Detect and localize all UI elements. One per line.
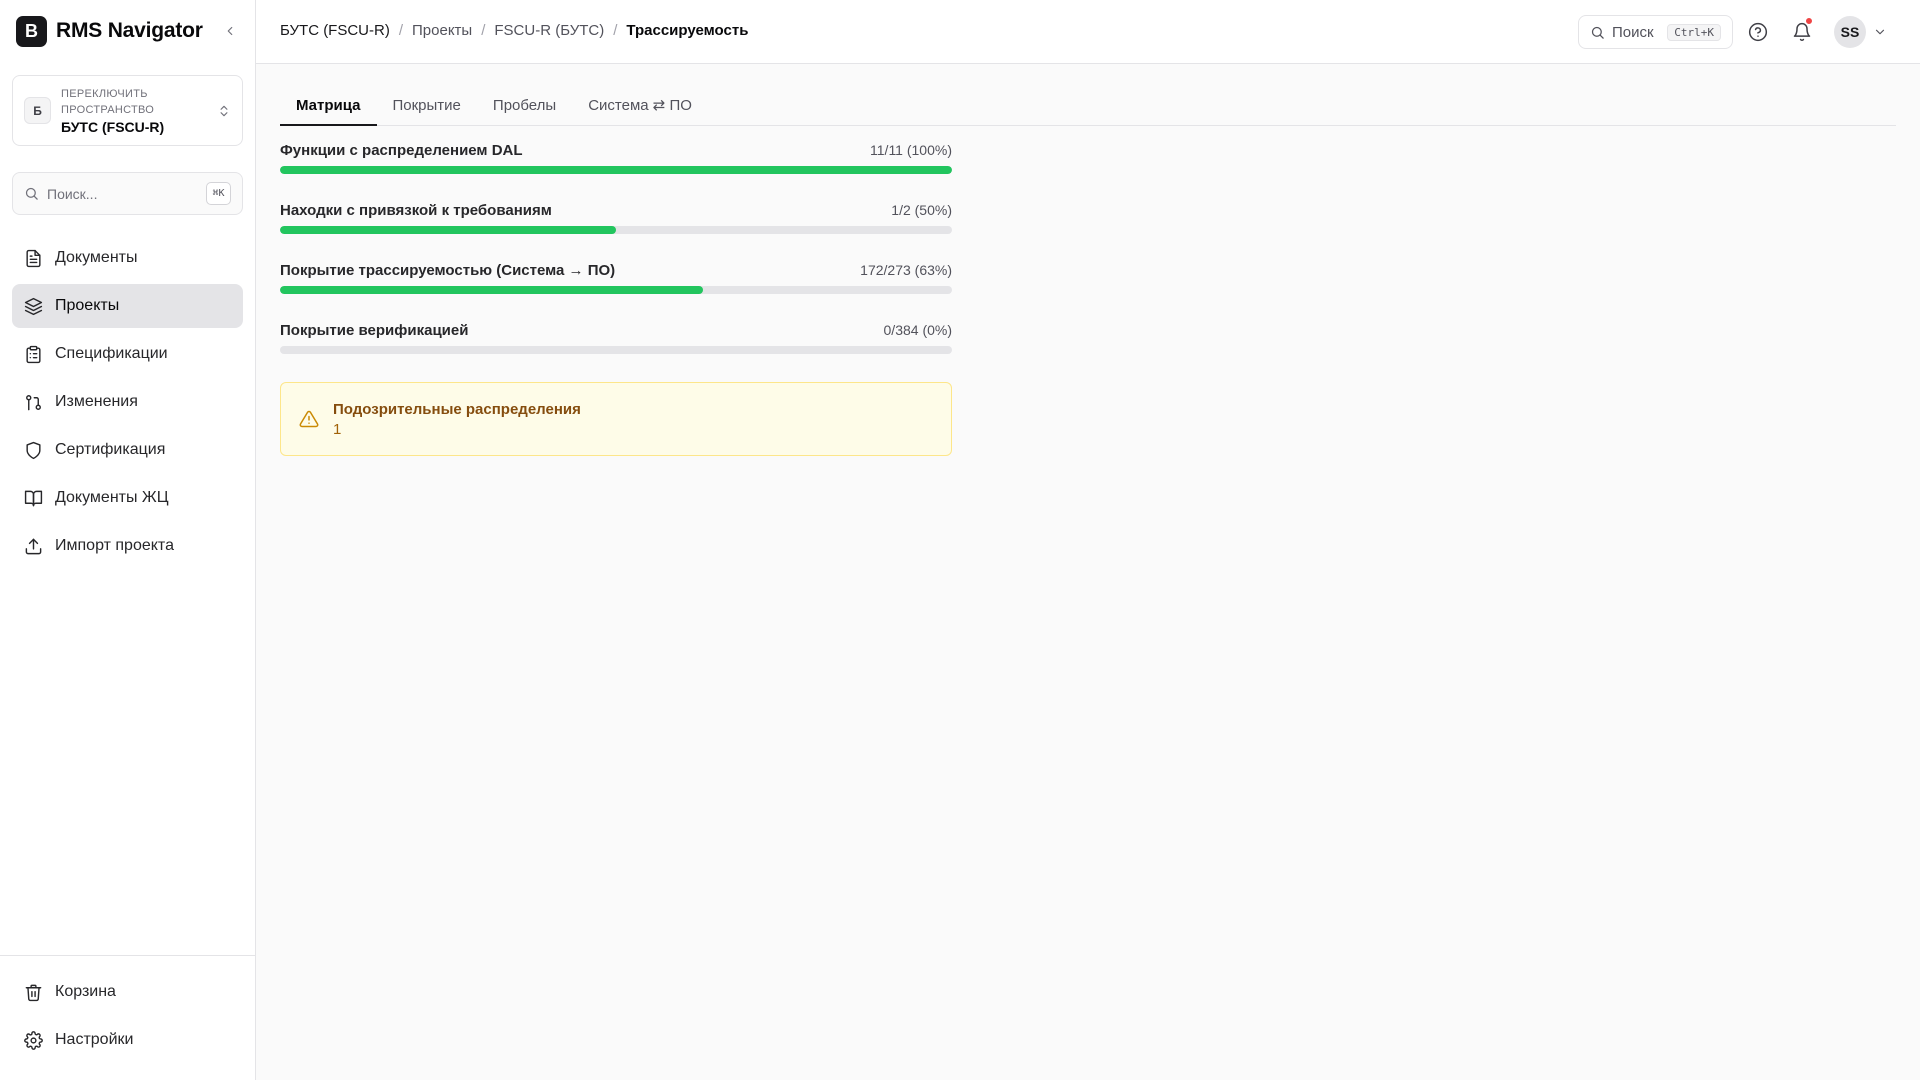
shield-icon xyxy=(24,441,43,460)
app-logo: B xyxy=(16,15,47,47)
space-switcher[interactable]: Б Переключить пространство БУТС (FSCU-R) xyxy=(12,75,243,146)
global-search-button[interactable]: Поиск Ctrl+K xyxy=(1578,15,1733,49)
chevron-down-icon xyxy=(1873,25,1887,39)
sidebar-search-placeholder: Поиск... xyxy=(47,185,98,202)
book-open-icon xyxy=(24,489,43,508)
breadcrumb-item-space[interactable]: БУТС (FSCU-R) xyxy=(280,22,390,39)
help-button[interactable] xyxy=(1746,20,1770,44)
sidebar-item-project-import[interactable]: Импорт проекта xyxy=(12,524,243,568)
git-pull-request-icon xyxy=(24,393,43,412)
sidebar-item-label: Изменения xyxy=(55,393,138,410)
alert-title: Подозрительные распределения xyxy=(333,400,581,418)
sidebar-item-trash[interactable]: Корзина xyxy=(12,970,243,1014)
user-menu-button[interactable]: SS xyxy=(1834,15,1887,49)
sidebar-item-documents[interactable]: Документы xyxy=(12,236,243,280)
breadcrumb-item-current: Трассируемость xyxy=(626,22,749,39)
metric-label: Находки с привязкой к требованиям xyxy=(280,202,552,219)
avatar: SS xyxy=(1834,16,1866,48)
sidebar-item-label: Импорт проекта xyxy=(55,537,174,554)
tab-gaps[interactable]: Пробелы xyxy=(477,88,572,126)
chevrons-up-down-icon xyxy=(217,104,231,118)
search-icon xyxy=(24,186,39,201)
space-name: БУТС (FSCU-R) xyxy=(61,119,165,135)
tab-system-software[interactable]: Система ⇄ ПО xyxy=(572,88,708,126)
main-nav: Документы Проекты Спецификации Изменения… xyxy=(12,236,243,572)
sidebar-item-label: Настройки xyxy=(55,1031,134,1048)
top-header: БУТС (FSCU-R) / Проекты / FSCU-R (БУТС) … xyxy=(256,0,1920,64)
sidebar-footer: Корзина Настройки xyxy=(0,955,255,1080)
sidebar-item-certification[interactable]: Сертификация xyxy=(12,428,243,472)
warning-triangle-icon xyxy=(299,409,319,429)
metrics-list: Функции с распределением DAL 11/11 (100%… xyxy=(280,142,952,382)
tab-matrix[interactable]: Матрица xyxy=(280,88,377,126)
sidebar-search-shortcut: ⌘K xyxy=(206,182,231,205)
traceability-tabs: Матрица Покрытие Пробелы Система ⇄ ПО xyxy=(280,88,1896,126)
metric-value: 172/273 (63%) xyxy=(860,262,952,278)
space-caption: Переключить пространство xyxy=(61,88,155,116)
breadcrumb-item-projects[interactable]: Проекты xyxy=(412,22,472,39)
bell-icon xyxy=(1792,22,1812,42)
global-search-shortcut: Ctrl+K xyxy=(1667,23,1721,41)
global-search-label: Поиск xyxy=(1612,23,1654,41)
breadcrumb-item-project[interactable]: FSCU-R (БУТС) xyxy=(494,22,604,39)
suspicious-allocations-alert[interactable]: Подозрительные распределения 1 xyxy=(280,382,952,456)
metric-findings-linked: Находки с привязкой к требованиям 1/2 (5… xyxy=(280,202,952,262)
sidebar-item-label: Корзина xyxy=(55,983,116,1000)
sidebar-item-changes[interactable]: Изменения xyxy=(12,380,243,424)
sidebar-item-label: Проекты xyxy=(55,297,120,314)
metric-value: 0/384 (0%) xyxy=(883,322,952,338)
sidebar-item-label: Сертификация xyxy=(55,441,166,458)
alert-count: 1 xyxy=(333,420,342,438)
progress-fill xyxy=(280,166,952,174)
progress-track xyxy=(280,286,952,294)
metric-verification-coverage: Покрытие верификацией 0/384 (0%) xyxy=(280,322,952,382)
layers-icon xyxy=(24,297,43,316)
brand: B RMS Navigator xyxy=(16,15,240,47)
sidebar-item-label: Документы ЖЦ xyxy=(55,489,169,506)
breadcrumb: БУТС (FSCU-R) / Проекты / FSCU-R (БУТС) … xyxy=(280,22,748,39)
search-icon xyxy=(1590,25,1605,40)
progress-fill xyxy=(280,286,704,294)
sidebar: B RMS Navigator Б Переключить пространст… xyxy=(0,0,256,1080)
chevron-left-icon xyxy=(223,24,237,38)
progress-fill xyxy=(280,226,616,234)
metric-value: 1/2 (50%) xyxy=(891,202,952,218)
file-text-icon xyxy=(24,249,43,268)
notifications-button[interactable] xyxy=(1790,17,1814,44)
breadcrumb-separator: / xyxy=(398,22,404,39)
progress-track xyxy=(280,346,952,354)
sidebar-item-settings[interactable]: Настройки xyxy=(12,1018,243,1062)
sidebar-search-input[interactable]: Поиск... ⌘K xyxy=(12,172,243,215)
metric-label: Покрытие трассируемостью (Система → ПО) xyxy=(280,262,616,279)
alert-text: Подозрительные распределения 1 xyxy=(333,401,581,438)
space-avatar: Б xyxy=(24,97,51,124)
sidebar-item-projects[interactable]: Проекты xyxy=(12,284,243,328)
breadcrumb-separator: / xyxy=(613,22,618,39)
sidebar-item-specifications[interactable]: Спецификации xyxy=(12,332,243,376)
clipboard-list-icon xyxy=(24,345,43,364)
metric-value: 11/11 (100%) xyxy=(870,142,952,158)
upload-icon xyxy=(24,537,43,556)
progress-track xyxy=(280,166,952,174)
space-text: Переключить пространство БУТС (FSCU-R) xyxy=(61,86,217,135)
sidebar-item-label: Документы xyxy=(55,249,138,266)
trash-icon xyxy=(24,983,43,1002)
tab-coverage[interactable]: Покрытие xyxy=(377,88,477,126)
metric-label: Покрытие верификацией xyxy=(280,322,469,339)
collapse-sidebar-button[interactable] xyxy=(220,21,240,41)
notification-dot xyxy=(1805,17,1813,25)
metric-traceability-coverage: Покрытие трассируемостью (Система → ПО) … xyxy=(280,262,952,322)
breadcrumb-separator: / xyxy=(481,22,486,39)
sidebar-item-lifecycle-documents[interactable]: Документы ЖЦ xyxy=(12,476,243,520)
progress-track xyxy=(280,226,952,234)
gear-icon xyxy=(24,1030,43,1050)
metric-dal-functions: Функции с распределением DAL 11/11 (100%… xyxy=(280,142,952,202)
sidebar-item-label: Спецификации xyxy=(55,345,168,362)
metric-label: Функции с распределением DAL xyxy=(280,142,523,159)
app-name: RMS Navigator xyxy=(56,19,203,42)
help-circle-icon xyxy=(1748,22,1768,42)
